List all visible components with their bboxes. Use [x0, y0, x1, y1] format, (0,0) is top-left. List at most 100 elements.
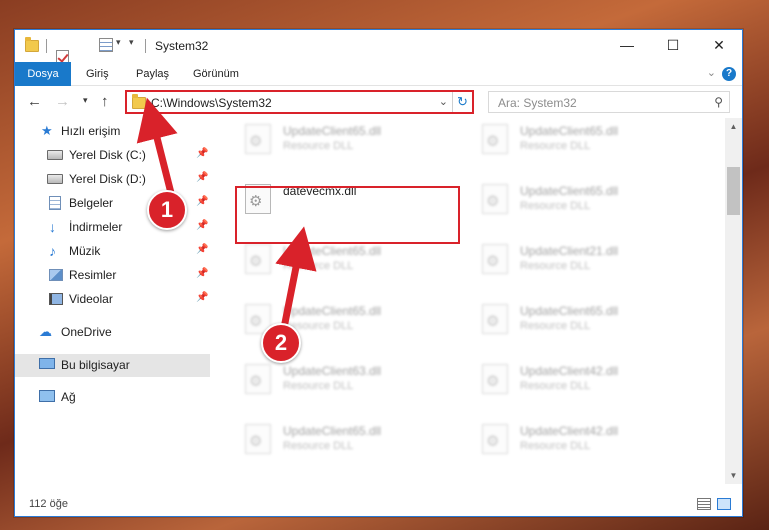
search-icon[interactable]: ⚲ — [714, 95, 723, 109]
sidebar-item-label: Belgeler — [69, 196, 114, 210]
sidebar-item-local-disk-c[interactable]: Yerel Disk (C:) 📌 — [15, 144, 210, 167]
pin-icon[interactable]: 📌 — [196, 172, 208, 183]
help-icon[interactable]: ? — [722, 67, 736, 81]
step-1-callout: 1 — [147, 190, 187, 230]
quick-access-dropdown-icon[interactable]: ▾ — [129, 37, 134, 53]
file-type: Resource DLL — [520, 440, 591, 452]
file-item[interactable]: ⚙ UpdateClient65.dll Resource DLL — [235, 238, 460, 294]
scrollbar-thumb[interactable] — [727, 167, 740, 215]
sidebar-item-label: İndirmeler — [69, 220, 123, 234]
tab-share[interactable]: Paylaş — [136, 62, 169, 86]
file-type: Resource DLL — [283, 260, 354, 272]
customize-toolbar-icon[interactable] — [99, 38, 113, 52]
sidebar-item-label: Ağ — [61, 390, 76, 404]
file-type: Resource DLL — [520, 260, 591, 272]
file-item[interactable]: ⚙ UpdateClient65.dll Resource DLL — [472, 118, 697, 174]
sidebar-item-videos[interactable]: Videolar 📌 — [15, 288, 210, 311]
close-button[interactable]: ✕ — [696, 30, 742, 60]
file-item[interactable]: ⚙ UpdateClient65.dll Resource DLL — [235, 418, 460, 474]
tab-home[interactable]: Giriş — [86, 62, 109, 86]
address-path[interactable]: C:\Windows\System32 — [151, 96, 272, 110]
sidebar-item-label: Bu bilgisayar — [61, 358, 130, 372]
item-count: 112 öğe — [29, 498, 68, 510]
tab-view[interactable]: Görünüm — [193, 62, 239, 86]
drive-icon — [47, 174, 63, 184]
documents-icon — [49, 196, 61, 210]
pin-icon[interactable]: 📌 — [196, 268, 208, 279]
tab-file[interactable]: Dosya — [15, 62, 71, 86]
pin-icon[interactable]: 📌 — [196, 244, 208, 255]
expand-ribbon-icon[interactable]: ⌄ — [707, 66, 716, 79]
sidebar-item-network[interactable]: Ağ — [15, 386, 210, 409]
minimize-button[interactable]: — — [604, 30, 650, 60]
search-box[interactable]: Ara: System32 ⚲ — [488, 91, 730, 113]
dll-file-icon: ⚙ — [245, 244, 271, 274]
gear-icon: ⚙ — [249, 433, 263, 450]
vertical-scrollbar[interactable]: ▲ ▼ — [725, 118, 742, 484]
file-item[interactable]: ⚙ UpdateClient65.dll Resource DLL — [235, 118, 460, 174]
file-name: UpdateClient63.dll — [283, 364, 382, 378]
sidebar-item-pictures[interactable]: Resimler 📌 — [15, 264, 210, 287]
gear-icon: ⚙ — [486, 133, 500, 150]
ribbon: Dosya Giriş Paylaş Görünüm ⌄ ? — [15, 62, 742, 86]
step-2-callout: 2 — [261, 323, 301, 363]
address-dropdown-icon[interactable]: ⌄ — [439, 95, 448, 108]
file-name: UpdateClient65.dll — [520, 304, 619, 318]
sidebar-item-onedrive[interactable]: ☁ OneDrive — [15, 321, 210, 344]
dll-file-icon: ⚙ — [482, 124, 508, 154]
dll-file-icon: ⚙ — [245, 124, 271, 154]
sidebar-item-label: Resimler — [69, 268, 117, 282]
gear-icon: ⚙ — [249, 373, 263, 390]
file-item[interactable]: ⚙ UpdateClient42.dll Resource DLL — [472, 418, 697, 474]
up-arrow-icon[interactable]: ↑ — [101, 93, 109, 110]
gear-icon: ⚙ — [486, 253, 500, 270]
pin-icon[interactable]: 📌 — [196, 220, 208, 231]
back-arrow-icon[interactable]: ← — [27, 93, 42, 110]
drive-icon — [47, 150, 63, 160]
forward-arrow-icon[interactable]: → — [55, 93, 70, 110]
window-title: System32 — [155, 39, 209, 53]
file-type: Resource DLL — [520, 380, 591, 392]
gear-icon: ⚙ — [486, 373, 500, 390]
pin-icon[interactable]: 📌 — [196, 292, 208, 303]
gear-icon: ⚙ — [486, 433, 500, 450]
file-item[interactable]: ⚙ UpdateClient65.dll Resource DLL — [472, 298, 697, 354]
sidebar-item-label: Yerel Disk (D:) — [69, 172, 146, 186]
file-list: ⚙ UpdateClient65.dll Resource DLL ⚙ Upda… — [210, 118, 725, 484]
sidebar-item-this-pc[interactable]: Bu bilgisayar — [15, 354, 210, 377]
scroll-down-arrow-icon[interactable]: ▼ — [725, 467, 742, 484]
address-folder-icon — [132, 94, 146, 109]
large-icons-view-icon[interactable] — [717, 498, 731, 510]
file-item[interactable]: ⚙ UpdateClient63.dll Resource DLL — [235, 358, 460, 414]
file-name: UpdateClient65.dll — [520, 124, 619, 138]
pin-icon[interactable]: 📌 — [196, 196, 208, 207]
sidebar-item-label: OneDrive — [61, 325, 112, 339]
search-placeholder[interactable]: Ara: System32 — [498, 96, 577, 110]
gear-icon: ⚙ — [486, 193, 500, 210]
pin-icon[interactable]: 📌 — [196, 148, 208, 159]
file-type: Resource DLL — [283, 380, 354, 392]
scroll-up-arrow-icon[interactable]: ▲ — [725, 118, 742, 135]
gear-icon: ⚙ — [249, 313, 263, 330]
videos-icon — [49, 293, 63, 305]
title-separator — [46, 39, 47, 53]
file-item[interactable]: ⚙ UpdateClient42.dll Resource DLL — [472, 358, 697, 414]
sidebar-item-music[interactable]: ♪ Müzik 📌 — [15, 240, 210, 263]
dll-file-icon: ⚙ — [482, 184, 508, 214]
file-name: UpdateClient65.dll — [283, 244, 382, 258]
refresh-icon[interactable]: ↻ — [452, 92, 472, 112]
chevron-down-icon[interactable]: ▾ — [116, 37, 121, 53]
details-view-icon[interactable] — [697, 498, 711, 510]
recent-locations-icon[interactable]: ▾ — [83, 95, 88, 106]
network-icon — [39, 390, 55, 402]
file-item[interactable]: ⚙ UpdateClient21.dll Resource DLL — [472, 238, 697, 294]
maximize-button[interactable]: ☐ — [650, 30, 696, 60]
file-type: Resource DLL — [283, 140, 354, 152]
address-bar[interactable]: C:\Windows\System32 ⌄ ↻ — [125, 90, 474, 114]
sidebar-item-local-disk-d[interactable]: Yerel Disk (D:) 📌 — [15, 168, 210, 191]
sidebar-item-label: Hızlı erişim — [61, 124, 121, 138]
status-bar: 112 öğe — [15, 492, 742, 516]
file-name: UpdateClient42.dll — [520, 424, 619, 438]
sidebar-item-quick-access[interactable]: ★ Hızlı erişim — [15, 120, 210, 143]
file-item[interactable]: ⚙ UpdateClient65.dll Resource DLL — [472, 178, 697, 234]
